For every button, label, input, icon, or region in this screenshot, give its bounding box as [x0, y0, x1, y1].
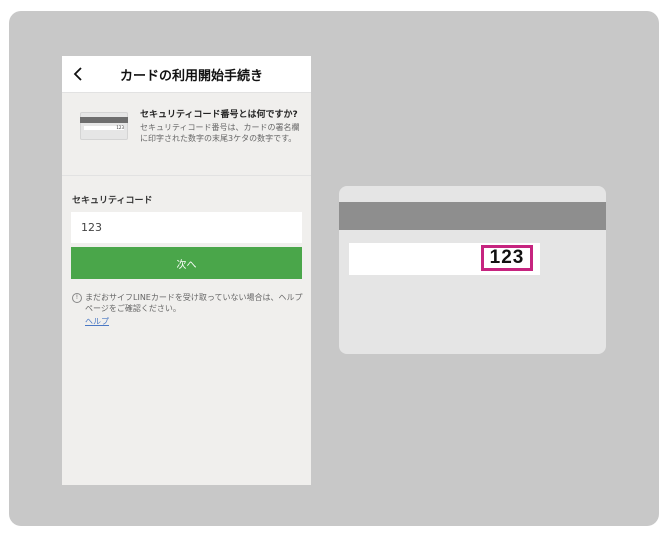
next-button[interactable]: 次へ	[71, 247, 302, 279]
security-code-label: セキュリティコード	[72, 196, 153, 206]
chevron-left-icon	[73, 67, 82, 81]
help-link[interactable]: ヘルプ	[85, 316, 109, 327]
security-code-input[interactable]	[71, 212, 302, 243]
info-title: セキュリティコード番号とは何ですか?	[140, 110, 298, 120]
phone-screen: カードの利用開始手続き 123 セキュリティコード番号とは何ですか? セキュリテ…	[62, 56, 311, 485]
page-title: カードの利用開始手続き	[119, 68, 263, 84]
info-icon: !	[72, 293, 82, 303]
app-header: カードの利用開始手続き	[62, 56, 311, 93]
card-thumbnail: 123	[80, 112, 128, 140]
security-code-info: 123 セキュリティコード番号とは何ですか? セキュリティコード番号は、カードの…	[62, 93, 311, 176]
magnetic-stripe	[339, 202, 606, 230]
thumb-number: 123	[116, 125, 124, 130]
note-text: まだおサイフLINEカードを受け取っていない場合は、ヘルプページをご確認ください…	[85, 293, 303, 313]
security-code-highlight: 123	[481, 245, 533, 271]
info-description: セキュリティコード番号は、カードの署名欄に印字された数字の末尾3ケタの数字です。	[140, 123, 300, 143]
card-back-illustration	[339, 186, 606, 354]
back-button[interactable]	[68, 64, 88, 84]
